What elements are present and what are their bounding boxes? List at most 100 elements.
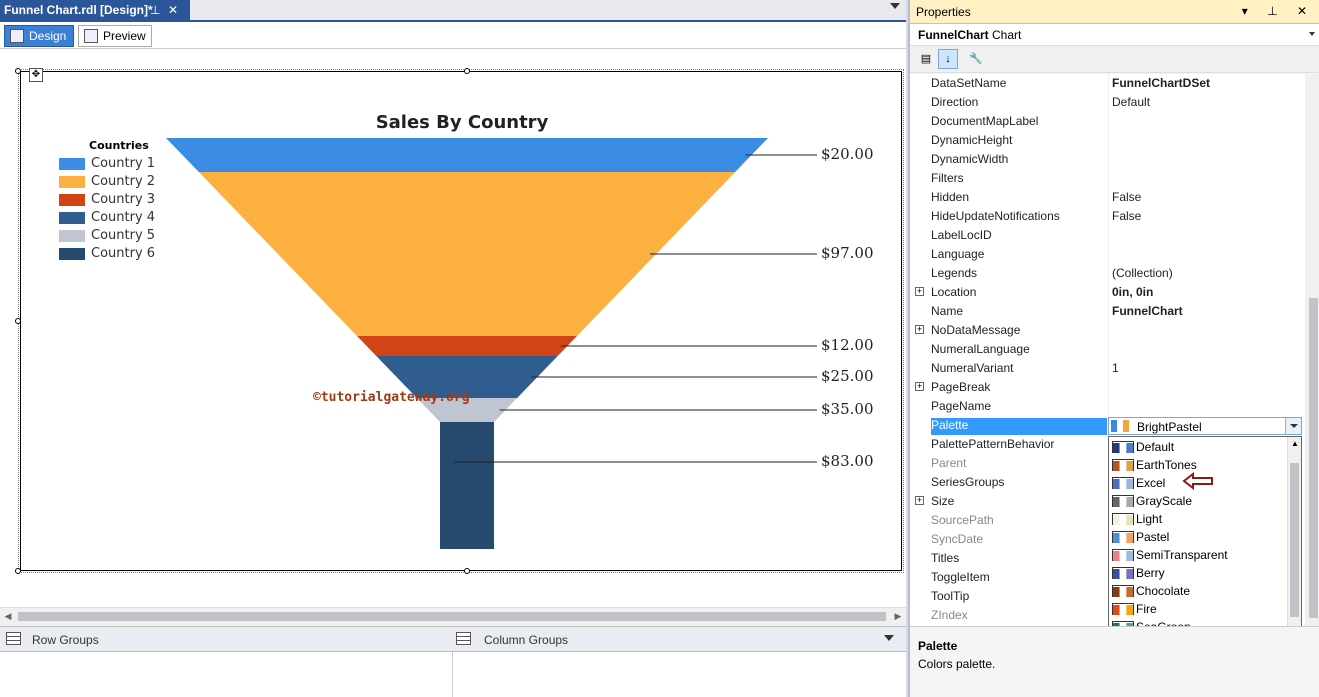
property-row-filters[interactable]: Filters xyxy=(910,169,1305,188)
chevron-down-icon[interactable] xyxy=(1309,32,1315,36)
property-name: ToolTip xyxy=(931,589,970,603)
object-selector[interactable]: FunnelChart Chart xyxy=(910,24,1319,46)
palette-option-semitransparent[interactable]: SemiTransparent xyxy=(1110,546,1286,564)
funnel-chart[interactable]: Sales By Country Countries Country 1 Coun… xyxy=(20,71,902,571)
property-separator xyxy=(1108,226,1109,245)
expand-icon[interactable]: + xyxy=(915,496,924,505)
property-value[interactable]: (Collection) xyxy=(1112,266,1173,280)
palette-swatch-icon xyxy=(1112,441,1134,453)
funnel-segment[interactable] xyxy=(166,138,768,172)
scroll-left-icon[interactable]: ◀ xyxy=(0,608,16,625)
property-row-hideupdatenotifications[interactable]: HideUpdateNotifications False xyxy=(910,207,1305,226)
document-tab-title: Funnel Chart.rdl [Design]* xyxy=(4,3,153,17)
property-name: PageName xyxy=(931,399,992,413)
grouping-pane xyxy=(0,652,906,697)
tab-preview[interactable]: Preview xyxy=(78,25,152,47)
property-row-labellocid[interactable]: LabelLocID xyxy=(910,226,1305,245)
property-name: DynamicWidth xyxy=(931,152,1009,166)
property-name: Location xyxy=(931,285,977,299)
scrollbar-thumb[interactable] xyxy=(1290,463,1299,617)
property-row-hidden[interactable]: Hidden False xyxy=(910,188,1305,207)
palette-option-fire[interactable]: Fire xyxy=(1110,600,1286,618)
move-handle-icon[interactable]: ✥ xyxy=(29,68,43,82)
property-name: Language xyxy=(931,247,985,261)
property-row-numerallanguage[interactable]: NumeralLanguage xyxy=(910,340,1305,359)
palette-option-chocolate[interactable]: Chocolate xyxy=(1110,582,1286,600)
report-canvas[interactable]: Sales By Country Countries Country 1 Coun… xyxy=(0,49,906,607)
scroll-right-icon[interactable]: ▶ xyxy=(890,608,906,625)
property-row-pagebreak[interactable]: + PageBreak xyxy=(910,378,1305,397)
funnel-plot[interactable] xyxy=(21,72,903,572)
palette-option-default[interactable]: Default xyxy=(1110,438,1286,456)
property-row-pagename[interactable]: PageName xyxy=(910,397,1305,416)
palette-option-light[interactable]: Light xyxy=(1110,510,1286,528)
expand-icon[interactable]: + xyxy=(915,382,924,391)
resize-handle[interactable] xyxy=(15,318,21,324)
property-value[interactable]: Default xyxy=(1112,95,1150,109)
expand-icon[interactable]: + xyxy=(915,325,924,334)
alphabetical-icon[interactable]: ↓ xyxy=(938,49,958,69)
tab-design[interactable]: Design xyxy=(4,25,74,47)
palette-option-berry[interactable]: Berry xyxy=(1110,564,1286,582)
property-description: Palette Colors palette. xyxy=(910,626,1319,697)
property-value[interactable]: 0in, 0in xyxy=(1112,285,1153,299)
palette-option-grayscale[interactable]: GrayScale xyxy=(1110,492,1286,510)
properties-titlebar: Properties ▾ ⊥ ✕ xyxy=(910,0,1319,24)
resize-handle[interactable] xyxy=(15,68,21,74)
property-pages-icon[interactable]: 🔧 xyxy=(966,49,986,69)
property-name: DynamicHeight xyxy=(931,133,1013,147)
funnel-segment[interactable] xyxy=(440,422,494,549)
window-buttons[interactable]: ▾ ⊥ ✕ xyxy=(1242,4,1315,18)
property-row-legends[interactable]: Legends (Collection) xyxy=(910,264,1305,283)
property-row-documentmaplabel[interactable]: DocumentMapLabel xyxy=(910,112,1305,131)
scroll-up-icon[interactable]: ▲ xyxy=(1291,439,1299,448)
categorized-icon[interactable]: ▤ xyxy=(916,49,936,69)
property-row-name[interactable]: Name FunnelChart xyxy=(910,302,1305,321)
data-label: $97.00 xyxy=(821,244,874,262)
property-separator xyxy=(1108,397,1109,416)
property-row-datasetname[interactable]: DataSetName FunnelChartDSet xyxy=(910,74,1305,93)
property-row-direction[interactable]: Direction Default xyxy=(910,93,1305,112)
grouping-dropdown-icon[interactable] xyxy=(884,635,894,641)
expand-icon[interactable]: + xyxy=(915,287,924,296)
property-name: NumeralVariant xyxy=(931,361,1014,375)
horizontal-scrollbar[interactable]: ◀ ▶ xyxy=(0,607,906,624)
column-groups-icon xyxy=(456,632,471,645)
palette-value-editor[interactable]: BrightPastel xyxy=(1108,417,1302,435)
property-separator xyxy=(1108,74,1109,93)
watermark-text: ©tutorialgateway.org xyxy=(313,390,470,405)
palette-option-label: SemiTransparent xyxy=(1136,548,1228,562)
palette-dropdown-button[interactable] xyxy=(1285,418,1301,434)
property-row-location[interactable]: + Location 0in, 0in xyxy=(910,283,1305,302)
property-value[interactable]: FunnelChart xyxy=(1112,304,1183,318)
property-value[interactable]: 1 xyxy=(1112,361,1119,375)
scrollbar-thumb[interactable] xyxy=(18,612,886,621)
property-row-language[interactable]: Language xyxy=(910,245,1305,264)
row-groups-label: Row Groups xyxy=(32,633,99,647)
property-value[interactable]: False xyxy=(1112,209,1141,223)
left-arrow-icon xyxy=(1182,472,1213,490)
property-separator xyxy=(1108,321,1109,340)
property-row-dynamicheight[interactable]: DynamicHeight xyxy=(910,131,1305,150)
funnel-segment[interactable] xyxy=(357,336,577,356)
property-row-numeralvariant[interactable]: NumeralVariant 1 xyxy=(910,359,1305,378)
document-tab[interactable]: Funnel Chart.rdl [Design]* ⊥ ✕ xyxy=(0,0,190,20)
scrollbar-thumb[interactable] xyxy=(1309,298,1318,618)
property-row-nodatamessage[interactable]: + NoDataMessage xyxy=(910,321,1305,340)
pin-icon[interactable]: ⊥ xyxy=(150,0,160,20)
property-separator xyxy=(1108,93,1109,112)
tab-list-dropdown-icon[interactable] xyxy=(890,3,900,9)
property-value[interactable]: False xyxy=(1112,190,1141,204)
property-row-dynamicwidth[interactable]: DynamicWidth xyxy=(910,150,1305,169)
resize-handle[interactable] xyxy=(464,568,470,574)
property-value[interactable]: FunnelChartDSet xyxy=(1112,76,1210,90)
property-separator xyxy=(1108,359,1109,378)
resize-handle[interactable] xyxy=(15,568,21,574)
palette-list-scrollbar[interactable]: ▲ ▼ xyxy=(1287,437,1301,651)
resize-handle[interactable] xyxy=(464,68,470,74)
palette-swatch-icon xyxy=(1112,477,1134,489)
vertical-scrollbar[interactable] xyxy=(1305,74,1319,626)
palette-option-pastel[interactable]: Pastel xyxy=(1110,528,1286,546)
close-icon[interactable]: ✕ xyxy=(168,0,178,20)
property-name: Name xyxy=(931,304,964,318)
